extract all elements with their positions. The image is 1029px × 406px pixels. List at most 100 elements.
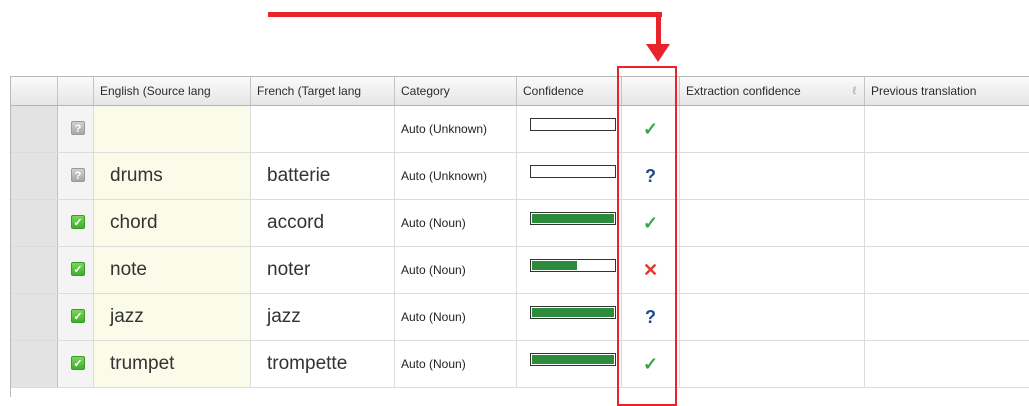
- previous-translation-cell: [865, 106, 1029, 152]
- row-selector[interactable]: [11, 294, 58, 340]
- category-cell[interactable]: Auto (Unknown): [395, 153, 517, 199]
- target-term-cell[interactable]: [251, 106, 395, 152]
- extraction-confidence-cell: [680, 294, 865, 340]
- category-cell[interactable]: Auto (Noun): [395, 294, 517, 340]
- status-cell[interactable]: ?: [58, 153, 94, 199]
- category-label: Auto (Noun): [401, 357, 466, 371]
- target-term: trompette: [267, 353, 348, 374]
- sort-indicator-icon[interactable]: ℓ: [852, 77, 856, 105]
- category-label: Auto (Unknown): [401, 169, 488, 183]
- header-category[interactable]: Category: [395, 77, 517, 105]
- header-status[interactable]: [58, 77, 94, 105]
- source-term: trumpet: [110, 353, 175, 374]
- row-selector[interactable]: [11, 247, 58, 293]
- confidence-bar-fill: [532, 308, 614, 317]
- status-cell[interactable]: ✓: [58, 200, 94, 246]
- source-term-cell[interactable]: trumpet: [94, 341, 251, 387]
- status-cell[interactable]: ✓: [58, 294, 94, 340]
- source-term: jazz: [110, 306, 144, 327]
- row-selector[interactable]: [11, 200, 58, 246]
- header-selector[interactable]: [11, 77, 58, 105]
- target-term: noter: [267, 259, 311, 280]
- previous-translation-cell: [865, 341, 1029, 387]
- confidence-bar: [530, 118, 616, 131]
- row-selector[interactable]: [11, 153, 58, 199]
- validation-mark-cell[interactable]: ✓: [622, 341, 680, 387]
- checkbox-checked-icon[interactable]: ✓: [71, 356, 85, 370]
- status-cell[interactable]: ✓: [58, 247, 94, 293]
- row-selector[interactable]: [11, 341, 58, 387]
- table-row[interactable]: ? Auto (Unknown) ✓: [11, 106, 1029, 153]
- check-icon[interactable]: ✓: [622, 200, 679, 246]
- grid-header: English (Source lang French (Target lang…: [11, 77, 1029, 106]
- previous-translation-cell: [865, 153, 1029, 199]
- header-confidence[interactable]: Confidence: [517, 77, 622, 105]
- category-cell[interactable]: Auto (Noun): [395, 341, 517, 387]
- status-unknown-icon[interactable]: ?: [71, 121, 85, 135]
- check-icon[interactable]: ✓: [622, 341, 679, 387]
- validation-mark-cell[interactable]: ✓: [622, 200, 680, 246]
- table-row[interactable]: ✓ note noter Auto (Noun) ✕: [11, 247, 1029, 294]
- extraction-confidence-cell: [680, 341, 865, 387]
- status-unknown-icon[interactable]: ?: [71, 168, 85, 182]
- table-row[interactable]: ✓ chord accord Auto (Noun) ✓: [11, 200, 1029, 247]
- confidence-cell: [517, 106, 622, 152]
- table-row[interactable]: ? drums batterie Auto (Unknown)?: [11, 153, 1029, 200]
- previous-translation-cell: [865, 200, 1029, 246]
- target-term: accord: [267, 212, 325, 233]
- validation-mark-cell[interactable]: ✓: [622, 106, 680, 152]
- check-icon[interactable]: ✓: [622, 106, 679, 152]
- header-source-language[interactable]: English (Source lang: [94, 77, 251, 105]
- category-label: Auto (Unknown): [401, 122, 488, 136]
- previous-translation-cell: [865, 294, 1029, 340]
- status-cell[interactable]: ✓: [58, 341, 94, 387]
- header-target-language[interactable]: French (Target lang: [251, 77, 395, 105]
- target-term-cell[interactable]: trompette: [251, 341, 395, 387]
- confidence-bar: [530, 353, 616, 366]
- category-label: Auto (Noun): [401, 310, 466, 324]
- checkbox-checked-icon[interactable]: ✓: [71, 309, 85, 323]
- source-term-cell[interactable]: [94, 106, 251, 152]
- row-selector[interactable]: [11, 106, 58, 152]
- confidence-bar: [530, 306, 616, 319]
- confidence-cell: [517, 294, 622, 340]
- checkbox-checked-icon[interactable]: ✓: [71, 215, 85, 229]
- source-term: chord: [110, 212, 158, 233]
- category-cell[interactable]: Auto (Noun): [395, 247, 517, 293]
- confidence-cell: [517, 247, 622, 293]
- header-extraction-confidence[interactable]: Extraction confidence ℓ: [680, 77, 865, 105]
- target-term-cell[interactable]: accord: [251, 200, 395, 246]
- category-cell[interactable]: Auto (Unknown): [395, 106, 517, 152]
- annotation-arrow-shaft: [268, 12, 662, 17]
- source-term: note: [110, 259, 147, 280]
- question-icon[interactable]: ?: [622, 294, 679, 340]
- table-row[interactable]: ✓ jazz jazz Auto (Noun)?: [11, 294, 1029, 341]
- validation-mark-cell[interactable]: ?: [622, 153, 680, 199]
- annotation-arrow-drop: [656, 12, 661, 46]
- target-term-cell[interactable]: batterie: [251, 153, 395, 199]
- source-term-cell[interactable]: note: [94, 247, 251, 293]
- confidence-bar: [530, 212, 616, 225]
- confidence-cell: [517, 153, 622, 199]
- confidence-bar-fill: [532, 261, 577, 270]
- source-term-cell[interactable]: jazz: [94, 294, 251, 340]
- source-term-cell[interactable]: drums: [94, 153, 251, 199]
- category-cell[interactable]: Auto (Noun): [395, 200, 517, 246]
- confidence-cell: [517, 341, 622, 387]
- target-term-cell[interactable]: jazz: [251, 294, 395, 340]
- source-term: drums: [110, 165, 163, 186]
- confidence-bar: [530, 259, 616, 272]
- validation-mark-cell[interactable]: ?: [622, 294, 680, 340]
- header-previous-translation[interactable]: Previous translation: [865, 77, 1029, 105]
- status-cell[interactable]: ?: [58, 106, 94, 152]
- checkbox-checked-icon[interactable]: ✓: [71, 262, 85, 276]
- table-row[interactable]: ✓ trumpet trompette Auto (Noun) ✓: [11, 341, 1029, 388]
- confidence-cell: [517, 200, 622, 246]
- question-icon[interactable]: ?: [622, 153, 679, 199]
- target-term-cell[interactable]: noter: [251, 247, 395, 293]
- header-mark[interactable]: [622, 77, 680, 105]
- extraction-confidence-cell: [680, 153, 865, 199]
- source-term-cell[interactable]: chord: [94, 200, 251, 246]
- cross-icon[interactable]: ✕: [622, 247, 679, 293]
- validation-mark-cell[interactable]: ✕: [622, 247, 680, 293]
